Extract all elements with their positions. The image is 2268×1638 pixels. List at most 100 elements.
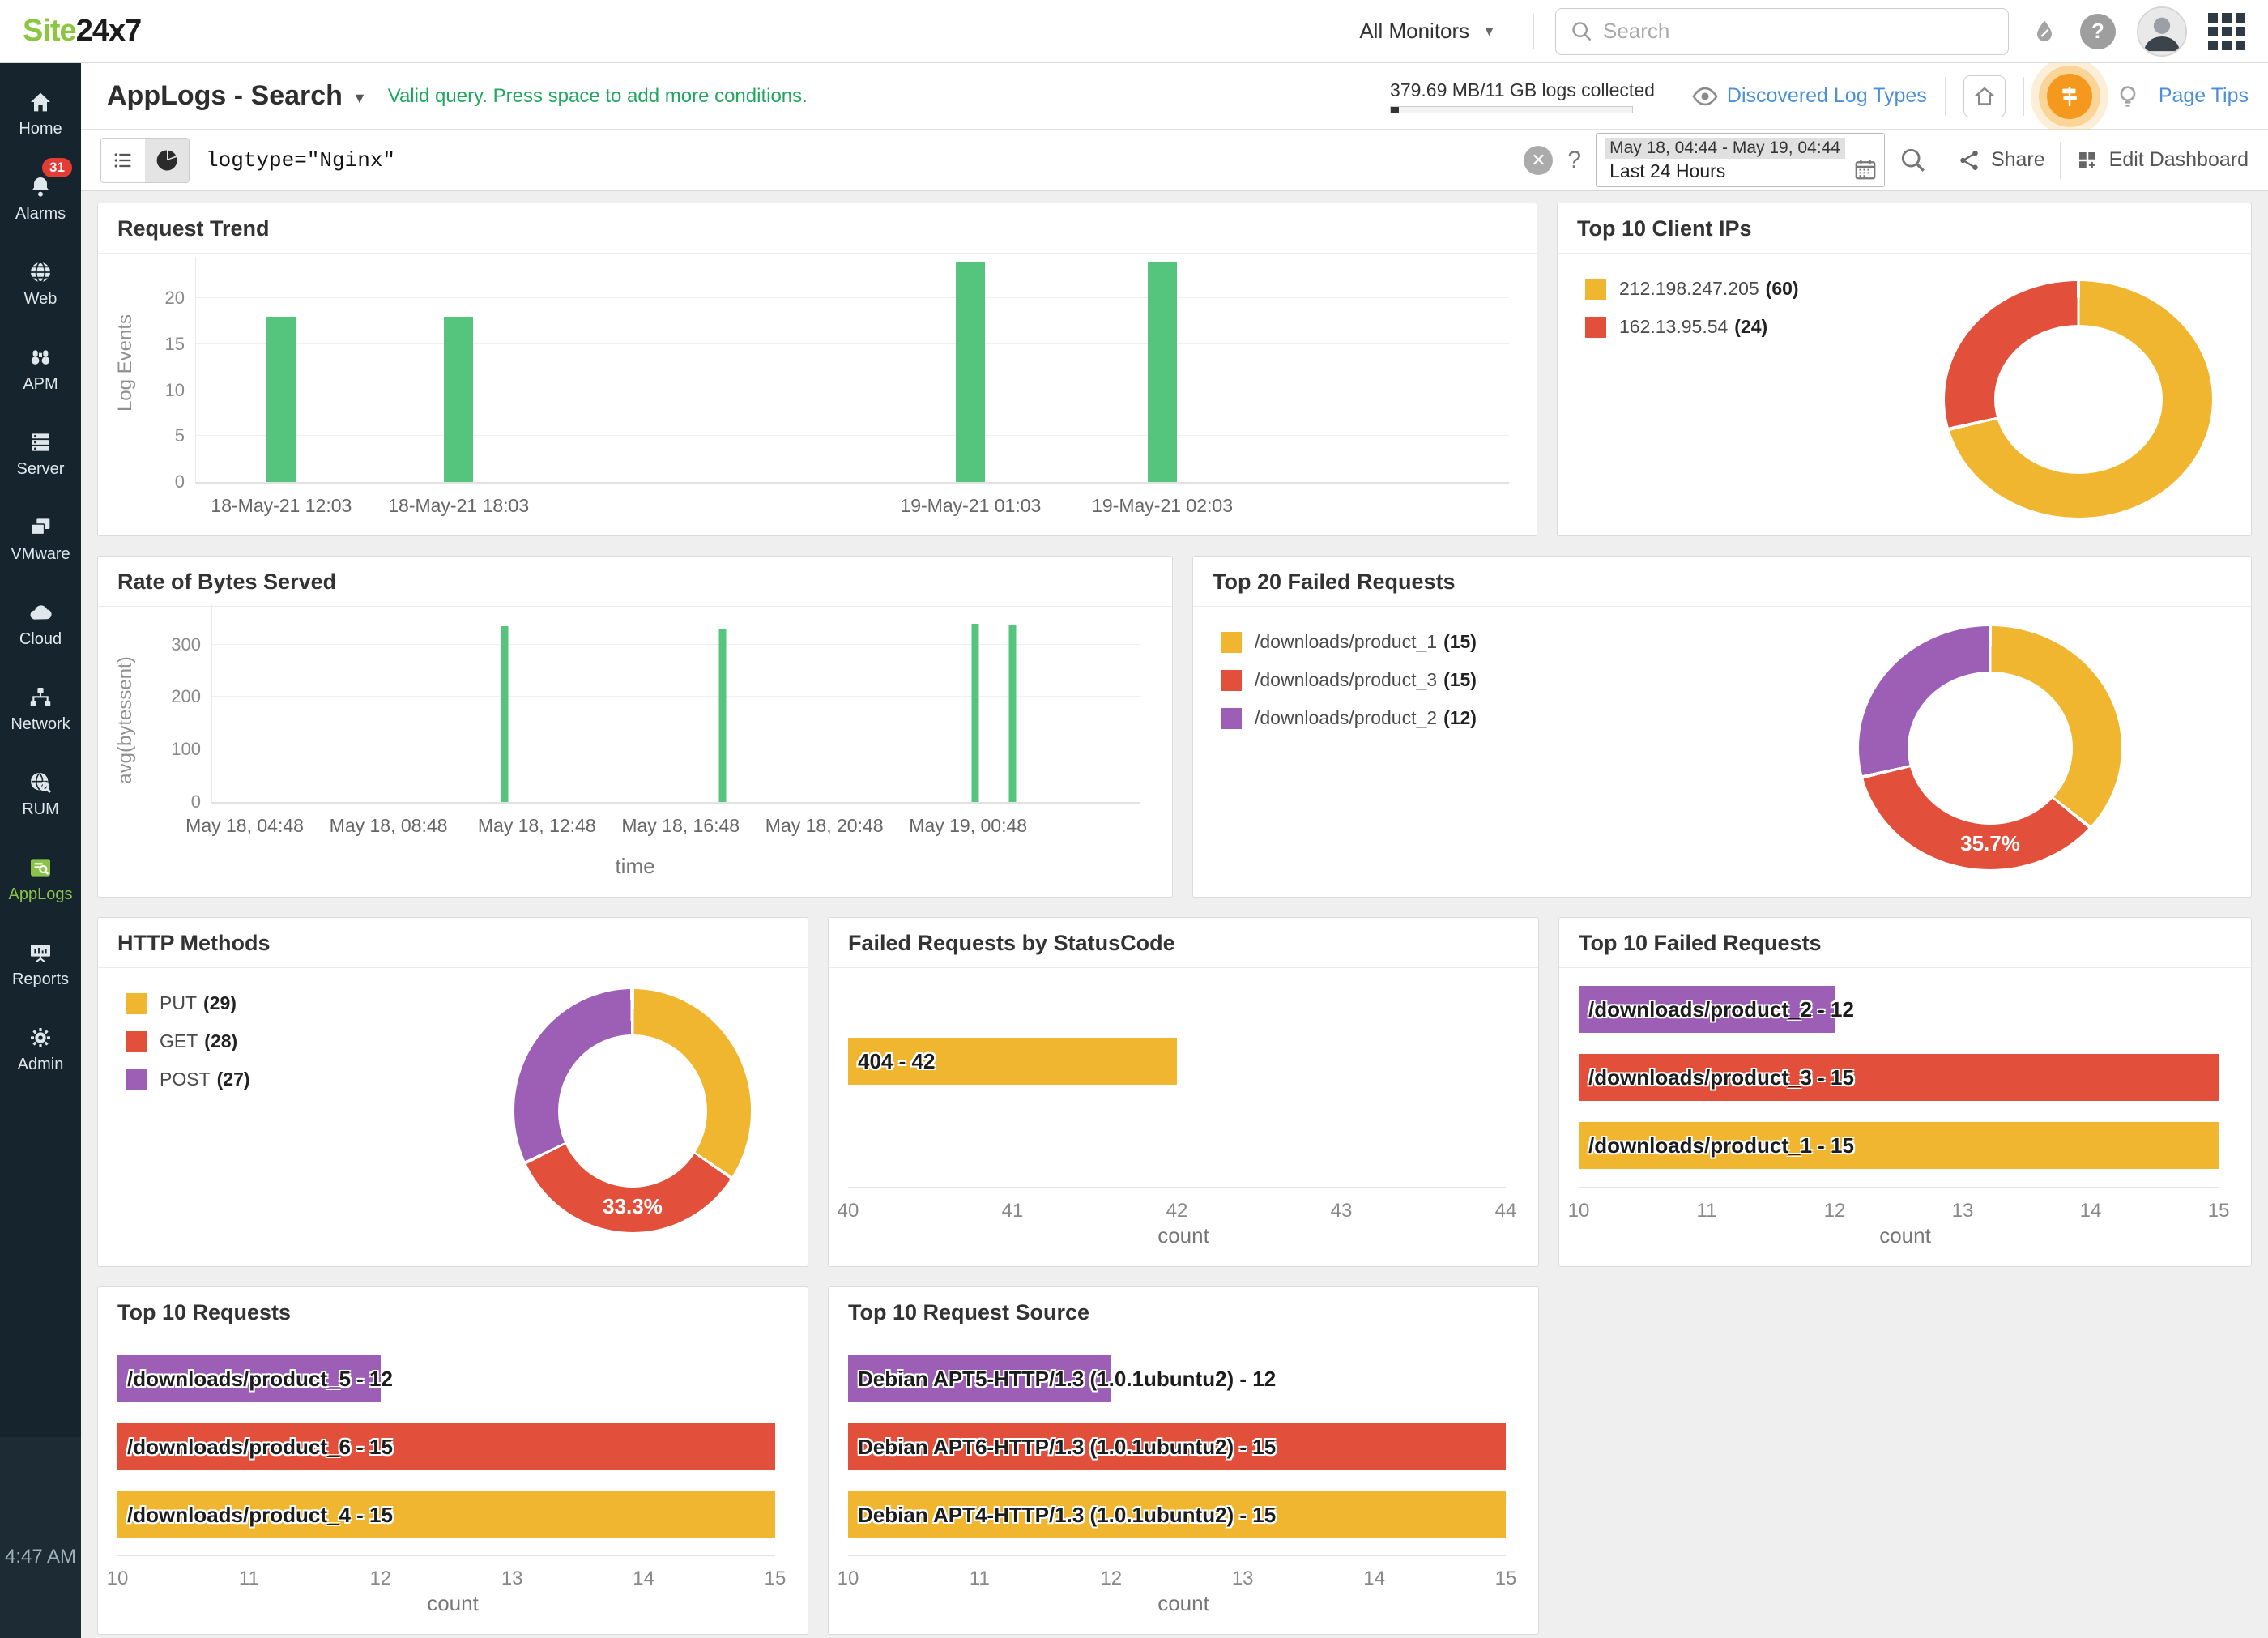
bar-log-events[interactable] xyxy=(1148,262,1177,482)
legend-label: 162.13.95.54 xyxy=(1619,316,1728,338)
y-tick: 200 xyxy=(171,686,201,707)
bar-bytes-sent[interactable] xyxy=(972,624,979,802)
applogs-icon xyxy=(28,855,53,881)
bulb-icon[interactable] xyxy=(2115,83,2141,109)
default-dashboard-button[interactable] xyxy=(1963,75,2006,117)
legend-item[interactable]: 212.198.247.205 (60) xyxy=(1585,278,1799,300)
y-tick: 5 xyxy=(175,425,185,446)
query-help-icon[interactable]: ? xyxy=(1567,147,1581,174)
legend-item[interactable]: /downloads/product_1 (15) xyxy=(1221,631,1477,653)
sidebar-item-apm[interactable]: APM xyxy=(0,326,81,412)
time-range-picker[interactable]: May 18, 04:44 - May 19, 04:44 Last 24 Ho… xyxy=(1596,133,1885,187)
client-ips-donut[interactable] xyxy=(1945,281,2212,518)
page-tips-link[interactable]: Page Tips xyxy=(2159,84,2249,108)
http-methods-donut[interactable]: 33.3% xyxy=(514,989,751,1232)
chevron-down-icon[interactable]: ▼ xyxy=(352,90,367,107)
bar-request-source[interactable]: Debian APT5-HTTP/1.3 (1.0.1ubuntu2) - 12 xyxy=(848,1355,1506,1402)
legend-item[interactable]: PUT (29) xyxy=(126,992,250,1014)
discovered-log-types-link[interactable]: Discovered Log Types xyxy=(1691,83,1927,110)
whats-new-icon[interactable] xyxy=(2030,17,2059,46)
y-tick: 100 xyxy=(171,739,201,760)
sidebar-item-web[interactable]: Web xyxy=(0,241,81,326)
panel-title: HTTP Methods xyxy=(98,918,808,968)
y-tick: 300 xyxy=(171,634,201,655)
bar-status-404[interactable]: 404 - 42 xyxy=(848,1038,1506,1085)
share-label: Share xyxy=(1991,148,2045,172)
legend-item[interactable]: POST (27) xyxy=(126,1069,250,1090)
panel-http-methods: HTTP Methods PUT (29) GET (28) xyxy=(97,917,808,1267)
query-input[interactable] xyxy=(206,148,1507,173)
legend-item[interactable]: GET (28) xyxy=(126,1030,250,1052)
share-button[interactable]: Share xyxy=(1957,148,2045,173)
sidebar-item-rum[interactable]: RUM xyxy=(0,752,81,837)
y-axis-label: Log Events xyxy=(114,314,137,412)
y-tick: 0 xyxy=(191,791,201,813)
bar-request[interactable]: /downloads/product_4 - 15 xyxy=(117,1491,775,1538)
time-range-preset: Last 24 Hours xyxy=(1605,160,1845,182)
bar-bytes-sent[interactable] xyxy=(718,629,726,802)
panel-title: Request Trend xyxy=(98,203,1537,254)
help-icon[interactable]: ? xyxy=(2080,14,2116,49)
run-search-icon[interactable] xyxy=(1899,147,1927,174)
x-tick: 11 xyxy=(1697,1200,1717,1222)
bar-request-source[interactable]: Debian APT4-HTTP/1.3 (1.0.1ubuntu2) - 15 xyxy=(848,1491,1506,1538)
sidebar-item-label: Network xyxy=(11,715,70,734)
bar-request[interactable]: /downloads/product_5 - 12 xyxy=(117,1355,775,1402)
edit-dashboard-button[interactable]: Edit Dashboard xyxy=(2075,148,2249,173)
bar-bytes-sent[interactable] xyxy=(501,626,508,802)
panel-title: Failed Requests by StatusCode xyxy=(829,918,1538,968)
sidebar-item-label: Web xyxy=(24,290,58,309)
sidebar-item-server[interactable]: Server xyxy=(0,412,81,497)
legend-count: (24) xyxy=(1734,316,1767,338)
sidebar-item-applogs[interactable]: AppLogs xyxy=(0,837,81,922)
legend-swatch xyxy=(1221,708,1242,729)
sidebar-item-alarms[interactable]: 31 Alarms xyxy=(0,156,81,241)
page-title[interactable]: AppLogs - Search xyxy=(107,80,343,112)
monitor-scope-dropdown[interactable]: All Monitors ▼ xyxy=(1359,19,1512,44)
bar-log-events[interactable] xyxy=(956,262,985,482)
x-tick: 19-May-21 02:03 xyxy=(1092,495,1233,517)
sidebar-item-cloud[interactable]: Cloud xyxy=(0,582,81,667)
divider xyxy=(2023,77,2024,116)
bar-request[interactable]: /downloads/product_6 - 15 xyxy=(117,1423,775,1470)
bar-log-events[interactable] xyxy=(444,317,473,482)
bar-failed-request[interactable]: /downloads/product_3 - 15 xyxy=(1579,1054,2219,1101)
sidebar: Home 31 Alarms Web APM Server VMwa xyxy=(0,63,81,1638)
legend-item[interactable]: 162.13.95.54 (24) xyxy=(1585,316,1799,338)
clear-query-icon[interactable]: ✕ xyxy=(1524,146,1553,175)
bar-failed-request[interactable]: /downloads/product_1 - 15 xyxy=(1579,1122,2219,1169)
x-tick: 13 xyxy=(501,1568,523,1590)
sidebar-item-reports[interactable]: Reports xyxy=(0,922,81,1007)
x-tick: 19-May-21 01:03 xyxy=(900,495,1041,517)
site24x7-logo[interactable]: Site24x7 xyxy=(23,14,141,49)
search-input[interactable] xyxy=(1603,19,1993,44)
sidebar-item-admin[interactable]: Admin xyxy=(0,1007,81,1092)
chart-view-button[interactable] xyxy=(145,139,189,182)
guided-tour-icon[interactable] xyxy=(2047,74,2092,119)
legend-item[interactable]: /downloads/product_2 (12) xyxy=(1221,707,1477,729)
sidebar-item-network[interactable]: Network xyxy=(0,667,81,752)
legend-swatch xyxy=(126,1031,147,1052)
x-tick: 13 xyxy=(1232,1568,1254,1590)
legend-item[interactable]: /downloads/product_3 (15) xyxy=(1221,669,1477,691)
sidebar-item-label: Admin xyxy=(18,1056,64,1074)
bar-label: /downloads/product_5 - 12 xyxy=(117,1367,393,1392)
network-icon xyxy=(28,685,53,710)
bar-log-events[interactable] xyxy=(266,317,296,482)
apps-grid-icon[interactable] xyxy=(2208,13,2245,50)
page-tips-label: Page Tips xyxy=(2159,84,2249,108)
time-range-value: May 18, 04:44 - May 19, 04:44 xyxy=(1605,138,1845,159)
top20-failed-donut[interactable]: 35.7% xyxy=(1859,626,2121,869)
global-search[interactable] xyxy=(1555,8,2009,55)
sidebar-item-home[interactable]: Home xyxy=(0,71,81,156)
x-axis: 40 41 42 43 44 xyxy=(848,1187,1506,1188)
list-view-button[interactable] xyxy=(101,139,145,182)
user-avatar[interactable] xyxy=(2137,6,2187,57)
bar-failed-request[interactable]: /downloads/product_2 - 12 xyxy=(1579,986,2219,1033)
bar-request-source[interactable]: Debian APT6-HTTP/1.3 (1.0.1ubuntu2) - 15 xyxy=(848,1423,1506,1470)
dashboard-content: Request Trend Log Events 0 5 10 15 20 xyxy=(81,191,2268,1638)
sidebar-footer: 4:47 AM xyxy=(0,1437,81,1638)
bar-label: Debian APT4-HTTP/1.3 (1.0.1ubuntu2) - 15 xyxy=(848,1503,1276,1528)
sidebar-item-vmware[interactable]: VMware xyxy=(0,497,81,582)
bar-bytes-sent[interactable] xyxy=(1009,625,1017,802)
